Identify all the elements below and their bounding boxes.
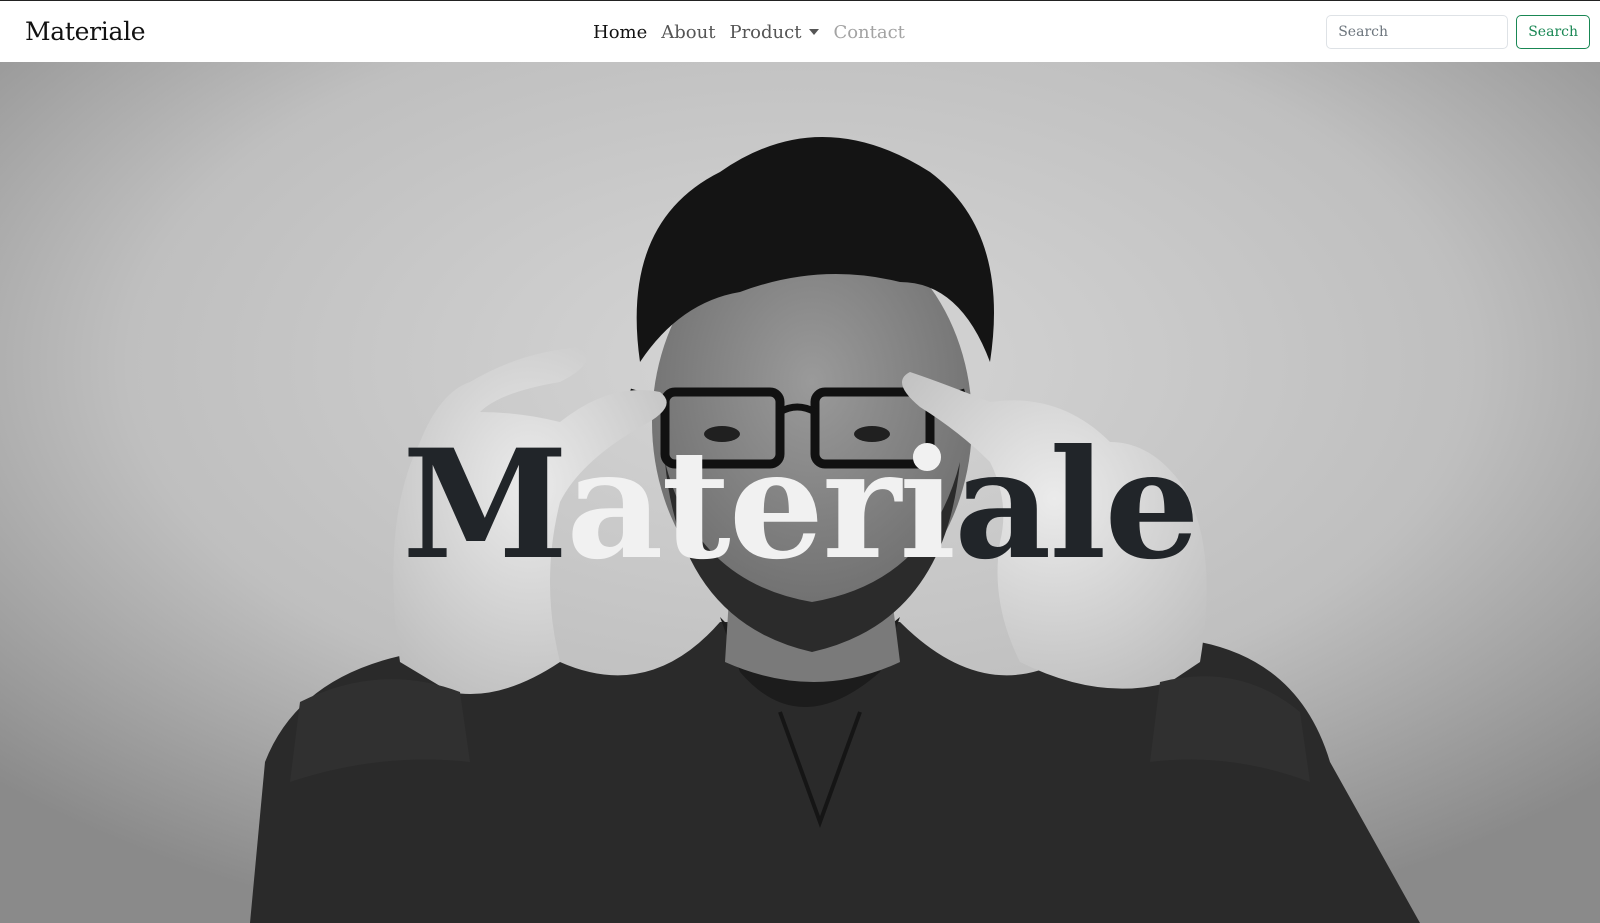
nav-link-home[interactable]: Home <box>593 22 647 43</box>
search-form: Search <box>1326 15 1590 49</box>
nav-dropdown-product[interactable]: Product <box>729 21 820 43</box>
hero-title-part-1: M <box>402 417 568 593</box>
hero-title-part-2: ateri <box>566 417 956 593</box>
nav-dropdown-product-label: Product <box>729 21 802 43</box>
hero-title-part-3: ale <box>954 417 1200 593</box>
chevron-down-icon <box>809 29 820 35</box>
nav-link-contact: Contact <box>833 21 905 43</box>
brand-logo[interactable]: Materiale <box>25 17 146 46</box>
nav-links: Home About Product Contact <box>593 1 905 63</box>
search-input[interactable] <box>1326 15 1509 49</box>
navbar: Materiale Home About Product Contact Sea… <box>0 0 1600 62</box>
hero-section: Materiale <box>0 62 1600 923</box>
nav-link-about[interactable]: About <box>661 22 715 43</box>
hero-title: Materiale <box>0 430 1600 580</box>
search-button[interactable]: Search <box>1516 15 1590 49</box>
